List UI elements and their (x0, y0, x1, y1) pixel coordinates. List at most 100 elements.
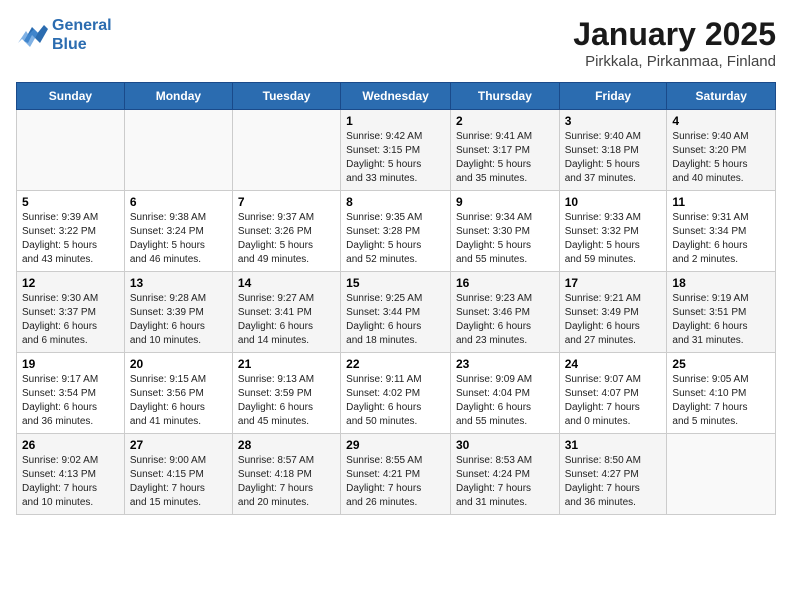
day-header-thursday: Thursday (450, 83, 559, 110)
day-number: 16 (456, 276, 554, 290)
day-info: Sunrise: 9:38 AM Sunset: 3:24 PM Dayligh… (130, 211, 227, 267)
day-number: 9 (456, 195, 554, 209)
calendar-cell: 14Sunrise: 9:27 AM Sunset: 3:41 PM Dayli… (232, 272, 340, 353)
day-info: Sunrise: 9:17 AM Sunset: 3:54 PM Dayligh… (22, 373, 119, 429)
calendar-cell: 15Sunrise: 9:25 AM Sunset: 3:44 PM Dayli… (341, 272, 451, 353)
day-header-saturday: Saturday (667, 83, 776, 110)
day-info: Sunrise: 9:05 AM Sunset: 4:10 PM Dayligh… (672, 373, 770, 429)
calendar-week-4: 19Sunrise: 9:17 AM Sunset: 3:54 PM Dayli… (17, 353, 776, 434)
logo-icon (16, 21, 48, 49)
calendar-cell: 10 Sunrise: 9:33 AM Sunset: 3:32 PM Dayli… (559, 191, 667, 272)
day-number: 11 (672, 195, 770, 209)
day-info: Sunrise: 9:42 AM Sunset: 3:15 PM Dayligh… (346, 130, 445, 186)
day-info: Sunrise: 9:40 AM Sunset: 3:20 PM Dayligh… (672, 130, 770, 186)
calendar-cell: 2Sunrise: 9:41 AM Sunset: 3:17 PM Daylig… (450, 110, 559, 191)
day-number: 21 (238, 357, 335, 371)
day-number: 26 (22, 438, 119, 452)
calendar-cell: 30 Sunrise: 8:53 AM Sunset: 4:24 PM Dayli… (450, 434, 559, 515)
day-number: 6 (130, 195, 227, 209)
day-number: 4 (672, 114, 770, 128)
day-info: Sunrise: 9:35 AM Sunset: 3:28 PM Dayligh… (346, 211, 445, 267)
day-info: Sunrise: 9:21 AM Sunset: 3:49 PM Dayligh… (565, 292, 662, 348)
page-header: General Blue January 2025 Pirkkala, Pirk… (16, 16, 776, 70)
calendar-cell: 17 Sunrise: 9:21 AM Sunset: 3:49 PM Dayli… (559, 272, 667, 353)
logo-blue: Blue (52, 35, 112, 54)
day-info: Sunrise: 9:30 AM Sunset: 3:37 PM Dayligh… (22, 292, 119, 348)
logo: General Blue (16, 16, 112, 54)
calendar-cell: 27Sunrise: 9:00 AM Sunset: 4:15 PM Dayli… (124, 434, 232, 515)
calendar-cell: 26 Sunrise: 9:02 AM Sunset: 4:13 PM Dayli… (17, 434, 125, 515)
day-info: Sunrise: 8:57 AM Sunset: 4:18 PM Dayligh… (238, 454, 335, 510)
calendar-cell (17, 110, 125, 191)
day-number: 15 (346, 276, 445, 290)
days-of-week-row: SundayMondayTuesdayWednesdayThursdayFrid… (17, 83, 776, 110)
calendar-cell: 29Sunrise: 8:55 AM Sunset: 4:21 PM Dayli… (341, 434, 451, 515)
day-number: 10 (565, 195, 662, 209)
day-number: 8 (346, 195, 445, 209)
calendar-cell: 3Sunrise: 9:40 AM Sunset: 3:18 PM Daylig… (559, 110, 667, 191)
calendar-cell: 16 Sunrise: 9:23 AM Sunset: 3:46 PM Dayli… (450, 272, 559, 353)
day-number: 24 (565, 357, 662, 371)
logo-general: General (52, 17, 112, 34)
day-number: 28 (238, 438, 335, 452)
calendar-cell (232, 110, 340, 191)
day-number: 23 (456, 357, 554, 371)
calendar-cell (667, 434, 776, 515)
day-info: Sunrise: 9:33 AM Sunset: 3:32 PM Dayligh… (565, 211, 662, 267)
day-number: 25 (672, 357, 770, 371)
calendar-cell: 11 Sunrise: 9:31 AM Sunset: 3:34 PM Dayli… (667, 191, 776, 272)
day-number: 31 (565, 438, 662, 452)
calendar-header: SundayMondayTuesdayWednesdayThursdayFrid… (17, 83, 776, 110)
day-number: 7 (238, 195, 335, 209)
calendar-cell: 24 Sunrise: 9:07 AM Sunset: 4:07 PM Dayli… (559, 353, 667, 434)
day-number: 17 (565, 276, 662, 290)
day-number: 1 (346, 114, 445, 128)
logo-text: General Blue (52, 16, 112, 54)
day-info: Sunrise: 9:39 AM Sunset: 3:22 PM Dayligh… (22, 211, 119, 267)
calendar-week-1: 1 Sunrise: 9:42 AM Sunset: 3:15 PM Daylig… (17, 110, 776, 191)
title-block: January 2025 Pirkkala, Pirkanmaa, Finlan… (573, 16, 776, 70)
day-number: 5 (22, 195, 119, 209)
calendar-cell: 8 Sunrise: 9:35 AM Sunset: 3:28 PM Daylig… (341, 191, 451, 272)
calendar-cell: 18 Sunrise: 9:19 AM Sunset: 3:51 PM Dayli… (667, 272, 776, 353)
day-info: Sunrise: 9:07 AM Sunset: 4:07 PM Dayligh… (565, 373, 662, 429)
calendar-cell: 7Sunrise: 9:37 AM Sunset: 3:26 PM Daylig… (232, 191, 340, 272)
day-info: Sunrise: 9:13 AM Sunset: 3:59 PM Dayligh… (238, 373, 335, 429)
day-info: Sunrise: 9:41 AM Sunset: 3:17 PM Dayligh… (456, 130, 554, 186)
calendar-cell: 1 Sunrise: 9:42 AM Sunset: 3:15 PM Daylig… (341, 110, 451, 191)
day-header-friday: Friday (559, 83, 667, 110)
calendar-cell: 9 Sunrise: 9:34 AM Sunset: 3:30 PM Daylig… (450, 191, 559, 272)
day-number: 27 (130, 438, 227, 452)
day-header-wednesday: Wednesday (341, 83, 451, 110)
calendar-cell: 31Sunrise: 8:50 AM Sunset: 4:27 PM Dayli… (559, 434, 667, 515)
calendar-cell: 6 Sunrise: 9:38 AM Sunset: 3:24 PM Daylig… (124, 191, 232, 272)
day-number: 30 (456, 438, 554, 452)
day-info: Sunrise: 9:19 AM Sunset: 3:51 PM Dayligh… (672, 292, 770, 348)
calendar-cell: 23Sunrise: 9:09 AM Sunset: 4:04 PM Dayli… (450, 353, 559, 434)
calendar-cell: 25 Sunrise: 9:05 AM Sunset: 4:10 PM Dayli… (667, 353, 776, 434)
calendar-cell: 22Sunrise: 9:11 AM Sunset: 4:02 PM Dayli… (341, 353, 451, 434)
day-info: Sunrise: 9:02 AM Sunset: 4:13 PM Dayligh… (22, 454, 119, 510)
day-info: Sunrise: 9:28 AM Sunset: 3:39 PM Dayligh… (130, 292, 227, 348)
day-number: 14 (238, 276, 335, 290)
day-info: Sunrise: 9:23 AM Sunset: 3:46 PM Dayligh… (456, 292, 554, 348)
day-number: 13 (130, 276, 227, 290)
day-info: Sunrise: 9:15 AM Sunset: 3:56 PM Dayligh… (130, 373, 227, 429)
calendar-cell: 4 Sunrise: 9:40 AM Sunset: 3:20 PM Daylig… (667, 110, 776, 191)
day-info: Sunrise: 8:53 AM Sunset: 4:24 PM Dayligh… (456, 454, 554, 510)
day-info: Sunrise: 9:34 AM Sunset: 3:30 PM Dayligh… (456, 211, 554, 267)
day-info: Sunrise: 9:31 AM Sunset: 3:34 PM Dayligh… (672, 211, 770, 267)
day-number: 22 (346, 357, 445, 371)
day-number: 18 (672, 276, 770, 290)
calendar-table: SundayMondayTuesdayWednesdayThursdayFrid… (16, 82, 776, 515)
day-number: 12 (22, 276, 119, 290)
calendar-cell: 12 Sunrise: 9:30 AM Sunset: 3:37 PM Dayli… (17, 272, 125, 353)
location-subtitle: Pirkkala, Pirkanmaa, Finland (573, 53, 776, 70)
day-number: 20 (130, 357, 227, 371)
calendar-cell: 13 Sunrise: 9:28 AM Sunset: 3:39 PM Dayli… (124, 272, 232, 353)
calendar-body: 1 Sunrise: 9:42 AM Sunset: 3:15 PM Daylig… (17, 110, 776, 515)
calendar-week-5: 26 Sunrise: 9:02 AM Sunset: 4:13 PM Dayli… (17, 434, 776, 515)
month-title: January 2025 (573, 16, 776, 53)
calendar-cell: 21 Sunrise: 9:13 AM Sunset: 3:59 PM Dayli… (232, 353, 340, 434)
day-header-tuesday: Tuesday (232, 83, 340, 110)
